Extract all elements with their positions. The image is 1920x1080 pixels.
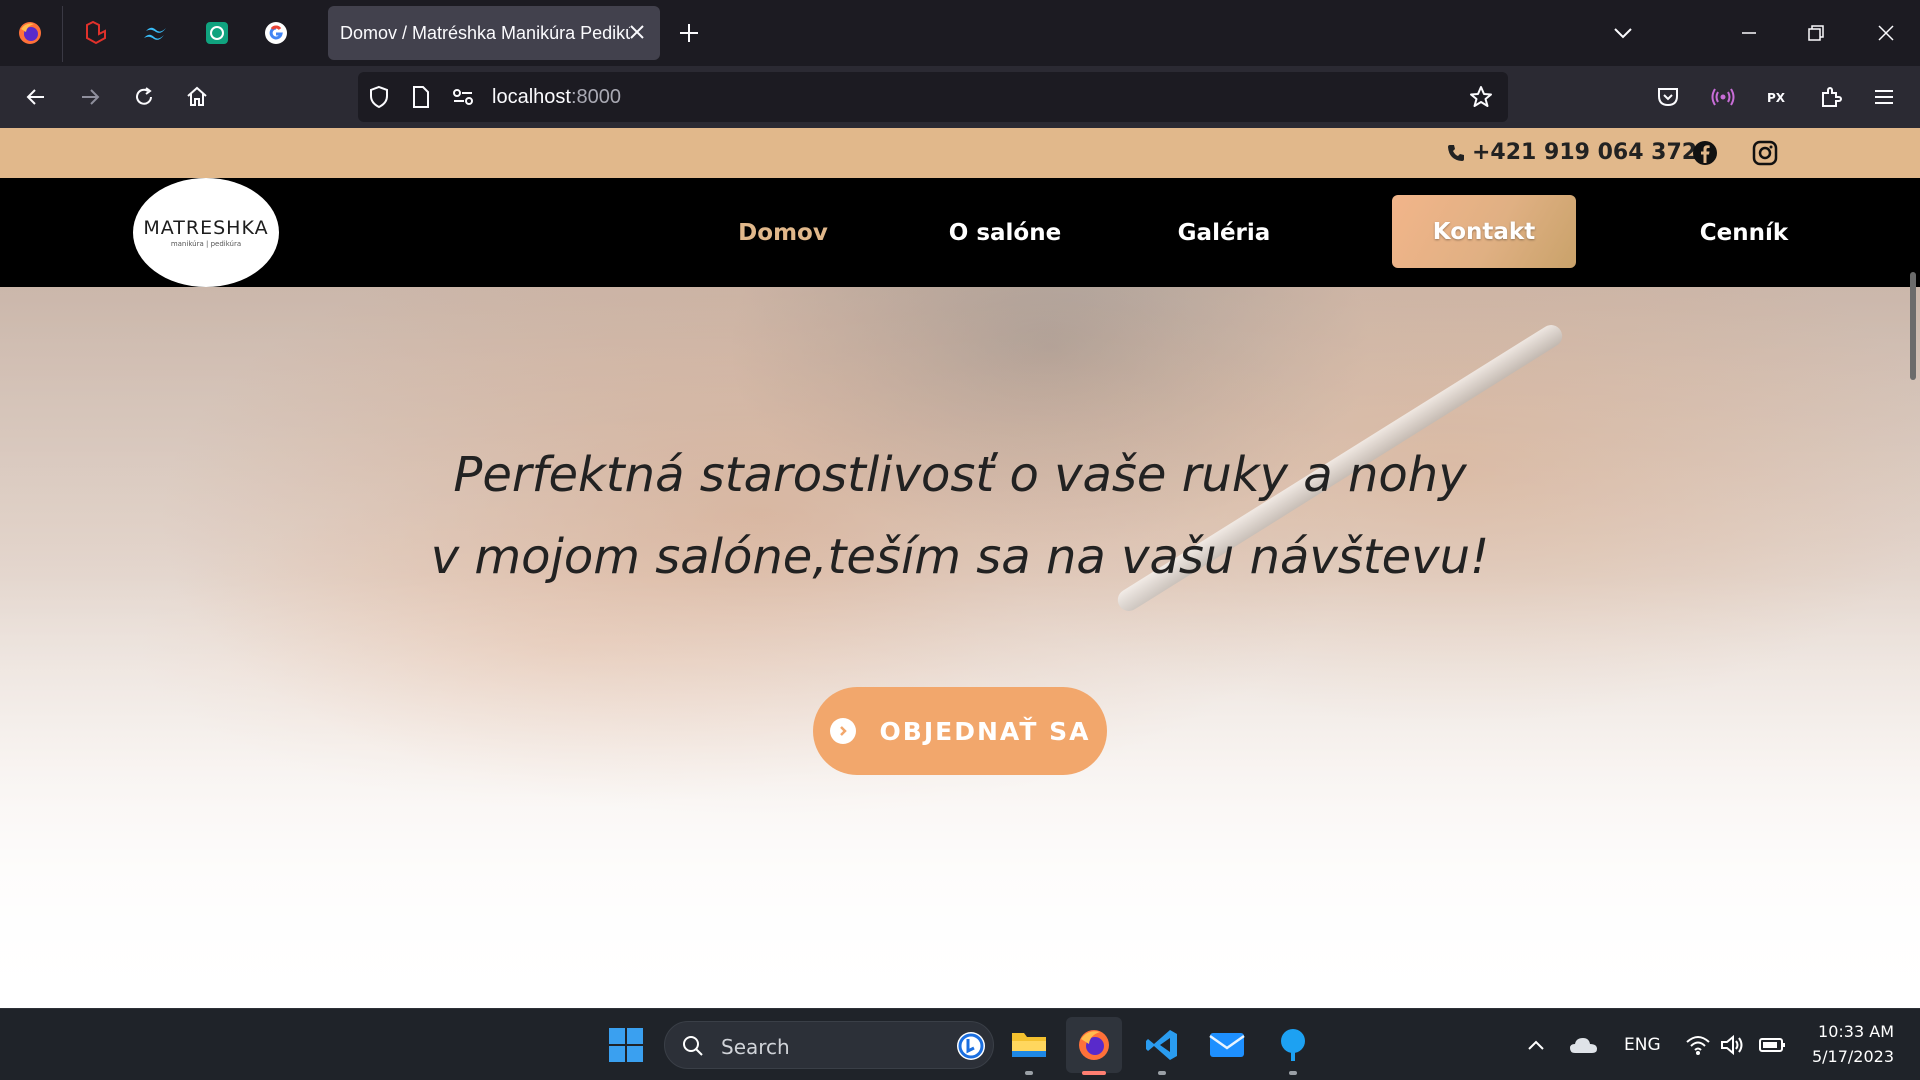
facebook-icon[interactable] [1691, 139, 1719, 167]
app-running-indicator [1289, 1071, 1297, 1075]
website-viewport: +421 919 064 372 MATRESHKA manikúra | pe… [0, 128, 1920, 1008]
pocket-icon[interactable] [1651, 80, 1685, 114]
windows-taskbar: Search ENG 10:33 AM 5/17/2023 [0, 1008, 1920, 1080]
tab-separator [62, 6, 63, 62]
chatgpt-tab-icon[interactable] [199, 15, 235, 51]
hero-headline-line-2: v mojom salóne,teším sa na vašu návštevu… [430, 529, 1490, 585]
reload-icon[interactable] [127, 80, 161, 114]
laravel-tab-icon[interactable] [78, 15, 114, 51]
site-logo[interactable]: MATRESHKA manikúra | pedikúra [133, 178, 279, 287]
hamburger-menu-icon[interactable] [1867, 80, 1901, 114]
nav-item-cennik[interactable]: Cenník [1660, 178, 1828, 287]
language-indicator[interactable]: ENG [1624, 1035, 1661, 1055]
url-port: :8000 [570, 86, 621, 108]
logo-tagline: manikúra | pedikúra [170, 240, 242, 248]
onedrive-cloud-icon[interactable] [1562, 1023, 1606, 1067]
tracking-protection-shield-icon[interactable] [366, 84, 392, 110]
vscode-running-indicator [1158, 1071, 1166, 1075]
address-bar[interactable]: localhost:8000 [358, 72, 1508, 122]
search-icon [683, 1036, 703, 1056]
restore-icon[interactable] [1801, 18, 1831, 48]
phone-contact[interactable]: +421 919 064 372 [1446, 140, 1697, 165]
url-text[interactable]: localhost:8000 [492, 86, 621, 109]
logo-name: MATRESHKA [143, 217, 269, 239]
page-scrollbar[interactable] [1910, 272, 1916, 380]
main-navigation: MATRESHKA manikúra | pedikúra Domov O sa… [0, 178, 1920, 287]
svg-text:PX: PX [1767, 91, 1786, 105]
file-explorer-icon[interactable] [1007, 1023, 1051, 1067]
app-tree-icon[interactable] [1271, 1023, 1315, 1067]
search-label: Search [721, 1035, 790, 1059]
nav-item-o-salone[interactable]: O salóne [922, 178, 1088, 287]
url-host: localhost [492, 86, 571, 108]
close-tab-icon[interactable] [626, 21, 648, 43]
hero-headline-line-1: Perfektná starostlivosť o vaše ruky a no… [453, 447, 1467, 503]
close-window-icon[interactable] [1871, 18, 1901, 48]
taskbar-search[interactable]: Search [664, 1021, 994, 1069]
firefox-active-indicator [1082, 1071, 1106, 1075]
file-explorer-running-indicator [1025, 1071, 1033, 1075]
book-appointment-button[interactable]: OBJEDNAŤ SA [813, 687, 1107, 775]
new-tab-icon[interactable] [676, 20, 702, 46]
minimize-icon[interactable] [1734, 18, 1764, 48]
broadcast-extension-icon[interactable] [1706, 80, 1740, 114]
nav-item-kontakt[interactable]: Kontakt [1392, 195, 1576, 268]
active-tab[interactable]: Domov / Matréshka Manikúra Pedikúra [328, 6, 660, 60]
instagram-icon[interactable] [1751, 139, 1779, 167]
nav-item-galeria[interactable]: Galéria [1140, 178, 1308, 287]
mail-icon[interactable] [1205, 1023, 1249, 1067]
chevron-right-circle-icon [829, 718, 856, 744]
browser-toolbar: localhost:8000 PX [0, 66, 1920, 128]
tab-title: Domov / Matréshka Manikúra Pedikúra [340, 23, 630, 43]
tailwind-tab-icon[interactable] [138, 15, 174, 51]
contact-topbar: +421 919 064 372 [0, 128, 1920, 178]
extensions-puzzle-icon[interactable] [1814, 80, 1848, 114]
show-hidden-icons-chevron-icon[interactable] [1514, 1023, 1558, 1067]
home-icon[interactable] [180, 80, 214, 114]
list-all-tabs-icon[interactable] [1608, 18, 1638, 48]
battery-icon[interactable] [1750, 1023, 1794, 1067]
volume-icon[interactable] [1710, 1023, 1754, 1067]
hero-section: Perfektná starostlivosť o vaše ruky a no… [0, 287, 1920, 1008]
windows-start-icon[interactable] [604, 1023, 648, 1067]
hero-fade-overlay [0, 287, 1920, 1008]
book-appointment-label: OBJEDNAŤ SA [879, 716, 1091, 746]
phone-icon [1448, 144, 1464, 161]
clock-date[interactable]: 5/17/2023 [1806, 1047, 1894, 1066]
bookmark-star-icon[interactable] [1468, 84, 1494, 110]
clock-time[interactable]: 10:33 AM [1806, 1022, 1894, 1041]
page-info-icon[interactable] [408, 84, 434, 110]
bing-icon[interactable] [955, 1030, 987, 1062]
phone-number: +421 919 064 372 [1472, 140, 1698, 165]
px-extension-icon[interactable]: PX [1760, 80, 1794, 114]
permissions-icon[interactable] [450, 84, 476, 110]
browser-tab-strip: Domov / Matréshka Manikúra Pedikúra [0, 0, 1920, 66]
firefox-menu-icon[interactable] [12, 15, 48, 51]
google-tab-icon[interactable] [258, 15, 294, 51]
nav-item-domov[interactable]: Domov [702, 178, 864, 287]
forward-icon[interactable] [73, 80, 107, 114]
back-icon[interactable] [19, 80, 53, 114]
firefox-taskbar-icon[interactable] [1066, 1017, 1122, 1073]
vscode-icon[interactable] [1140, 1023, 1184, 1067]
